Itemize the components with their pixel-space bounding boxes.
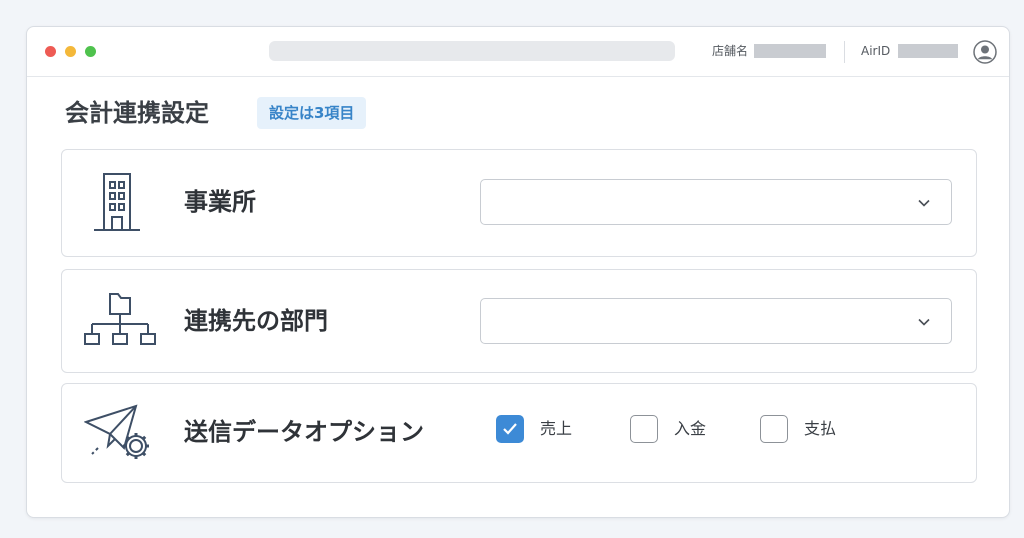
setting-card-department: 連携先の部門 — [61, 269, 977, 373]
office-label: 事業所 — [184, 188, 256, 216]
sales-label: 売上 — [540, 419, 573, 438]
maximize-window-button[interactable] — [85, 46, 96, 57]
setting-card-send-options: 送信データオプション 売上 入金 支払 — [61, 383, 977, 483]
airid-value — [898, 44, 958, 58]
close-window-button[interactable] — [45, 46, 56, 57]
payment-label: 支払 — [804, 419, 837, 438]
office-select[interactable] — [480, 179, 952, 225]
settings-count-badge: 設定は3項目 — [257, 97, 367, 129]
store-name-label: 店舗名 — [712, 44, 749, 58]
store-name-value — [754, 44, 826, 58]
deposit-checkbox[interactable] — [630, 415, 658, 443]
chevron-down-icon — [918, 318, 930, 326]
minimize-window-button[interactable] — [65, 46, 76, 57]
chevron-down-icon — [918, 199, 930, 207]
page-title: 会計連携設定 — [65, 99, 209, 127]
payment-checkbox[interactable] — [760, 415, 788, 443]
title-bar: 店舗名 AirID — [27, 27, 1009, 77]
user-avatar-icon[interactable] — [973, 40, 997, 64]
org-chart-folder-icon — [84, 290, 156, 356]
paper-plane-gear-icon — [83, 402, 158, 468]
department-select[interactable] — [480, 298, 952, 344]
airid-label: AirID — [861, 44, 891, 58]
office-building-icon — [84, 170, 150, 240]
setting-card-office: 事業所 — [61, 149, 977, 257]
deposit-label: 入金 — [674, 419, 707, 438]
address-bar[interactable] — [269, 41, 675, 61]
department-label: 連携先の部門 — [184, 307, 328, 335]
app-window: 店舗名 AirID 会計連携設定 設定は3項目 事業所 連携先の部門 送信データ… — [26, 26, 1010, 518]
header-divider — [844, 41, 845, 63]
sales-checkbox[interactable] — [496, 415, 524, 443]
send-options-label: 送信データオプション — [184, 418, 424, 446]
